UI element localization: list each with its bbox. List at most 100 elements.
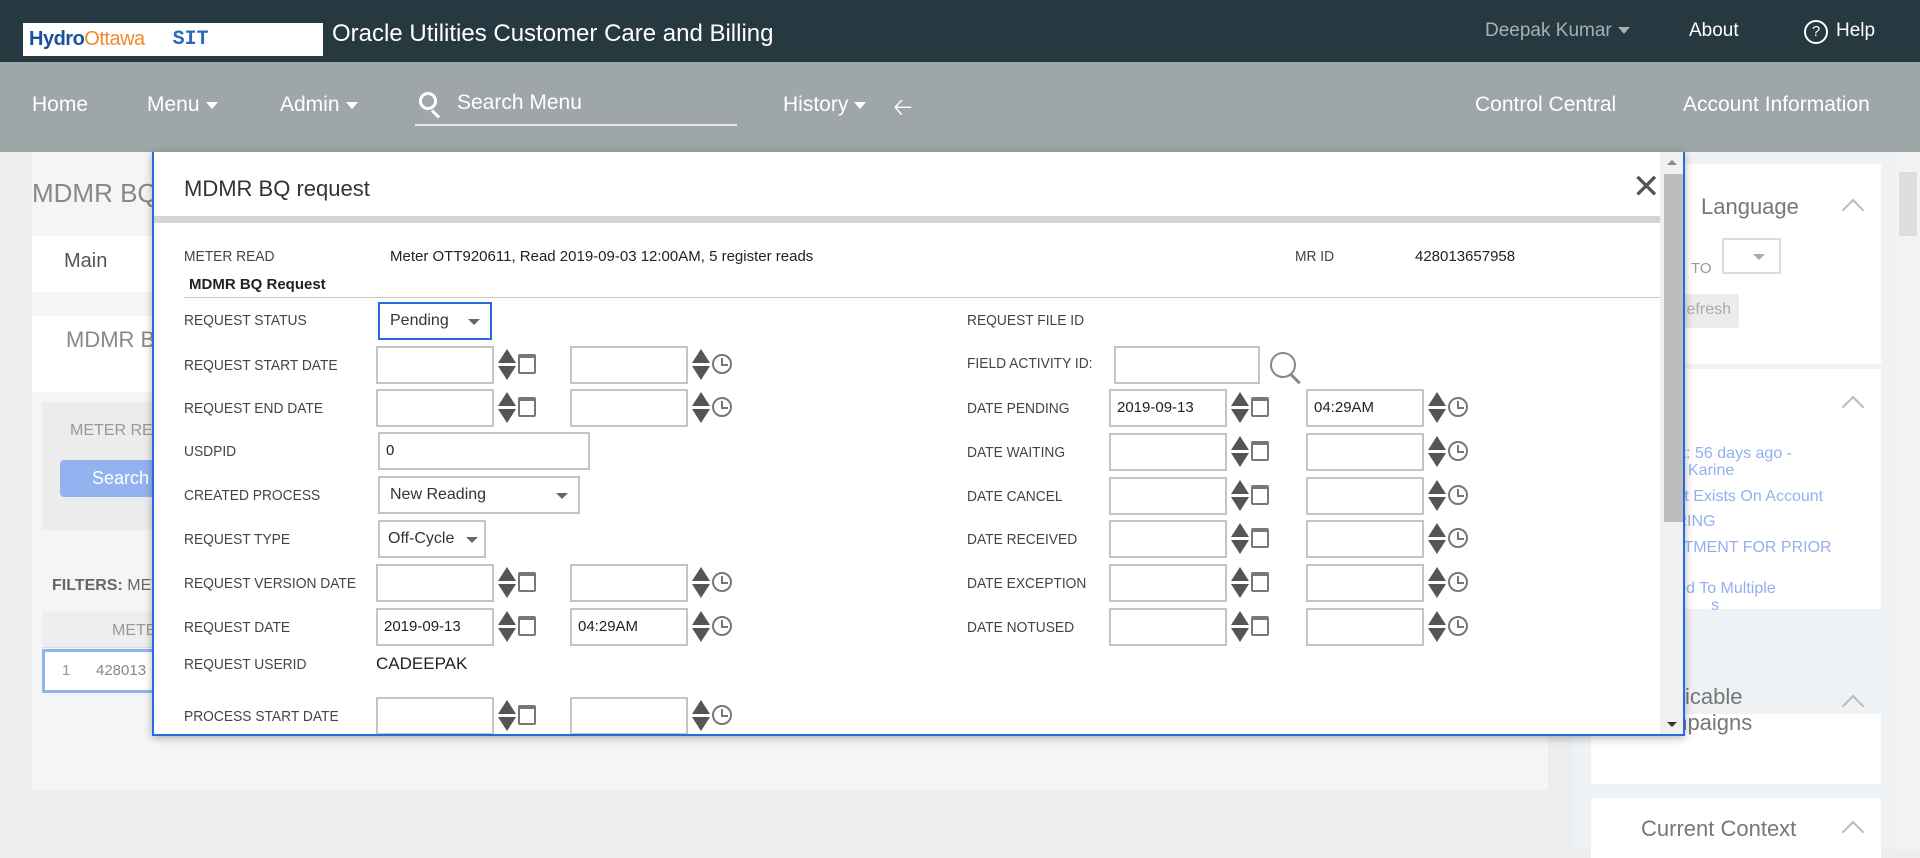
scrollbar-thumb[interactable] <box>1899 172 1917 236</box>
time-input[interactable] <box>570 389 688 427</box>
alert-link[interactable]: Karine <box>1688 462 1734 480</box>
calendar-icon[interactable] <box>1251 528 1269 548</box>
back-arrow-icon[interactable]: 🡠 <box>893 90 912 131</box>
calendar-icon[interactable] <box>518 705 536 725</box>
chevron-up-icon[interactable] <box>1841 694 1865 718</box>
clock-icon[interactable] <box>712 397 732 417</box>
time-spinner-icon[interactable] <box>1427 477 1447 515</box>
created-process-select[interactable]: New Reading <box>378 476 580 514</box>
time-spinner-icon[interactable] <box>691 389 711 427</box>
time-input[interactable] <box>570 697 688 734</box>
date-input[interactable] <box>376 346 494 384</box>
dialog-scrollbar[interactable] <box>1660 152 1683 734</box>
time-spinner-icon[interactable] <box>1427 564 1447 602</box>
scroll-down-icon[interactable] <box>1667 722 1677 727</box>
clock-icon[interactable] <box>1448 441 1468 461</box>
page-scrollbar[interactable] <box>1896 152 1920 849</box>
time-spinner-icon[interactable] <box>691 564 711 602</box>
request-type-select[interactable]: Off-Cycle <box>378 520 486 558</box>
language-select[interactable] <box>1722 238 1781 274</box>
usdpid-input[interactable]: 0 <box>378 432 590 470</box>
field-activity-id-input[interactable] <box>1114 346 1260 384</box>
time-input[interactable] <box>1306 477 1424 515</box>
time-spinner-icon[interactable] <box>1427 389 1447 427</box>
dialog-title: MDMR BQ request <box>184 176 370 201</box>
date-spinner-icon[interactable] <box>1230 608 1250 646</box>
date-input[interactable]: 2019-09-13 <box>376 608 494 646</box>
date-input[interactable] <box>376 564 494 602</box>
calendar-icon[interactable] <box>1251 397 1269 417</box>
time-spinner-icon[interactable] <box>1427 433 1447 471</box>
date-input[interactable] <box>376 389 494 427</box>
date-input[interactable] <box>1109 477 1227 515</box>
time-spinner-icon[interactable] <box>691 346 711 384</box>
calendar-icon[interactable] <box>1251 616 1269 636</box>
nav-menu[interactable]: Menu <box>147 93 218 117</box>
nav-control-central[interactable]: Control Central <box>1475 93 1616 117</box>
chevron-up-icon[interactable] <box>1841 198 1865 222</box>
nav-home[interactable]: Home <box>32 93 88 117</box>
time-spinner-icon[interactable] <box>1427 608 1447 646</box>
tab-main[interactable]: Main <box>64 250 107 273</box>
date-input[interactable] <box>376 697 494 734</box>
time-input[interactable]: 04:29AM <box>1306 389 1424 427</box>
search-menu-input[interactable]: Search Menu <box>415 86 737 126</box>
close-icon[interactable]: ✕ <box>1632 170 1661 204</box>
date-input[interactable] <box>1109 433 1227 471</box>
chevron-up-icon[interactable] <box>1841 820 1865 844</box>
calendar-icon[interactable] <box>1251 572 1269 592</box>
date-spinner-icon[interactable] <box>1230 433 1250 471</box>
time-input[interactable] <box>570 346 688 384</box>
clock-icon[interactable] <box>712 354 732 374</box>
date-spinner-icon[interactable] <box>1230 389 1250 427</box>
clock-icon[interactable] <box>1448 572 1468 592</box>
date-spinner-icon[interactable] <box>497 564 517 602</box>
time-spinner-icon[interactable] <box>1427 520 1447 558</box>
time-input[interactable] <box>1306 608 1424 646</box>
chevron-up-icon[interactable] <box>1841 395 1865 419</box>
time-input[interactable] <box>1306 520 1424 558</box>
clock-icon[interactable] <box>1448 397 1468 417</box>
calendar-icon[interactable] <box>1251 485 1269 505</box>
date-spinner-icon[interactable] <box>497 608 517 646</box>
date-spinner-icon[interactable] <box>1230 564 1250 602</box>
date-input[interactable] <box>1109 520 1227 558</box>
time-input[interactable] <box>570 564 688 602</box>
time-input[interactable] <box>1306 433 1424 471</box>
caret-down-icon <box>556 493 568 499</box>
calendar-icon[interactable] <box>518 397 536 417</box>
clock-icon[interactable] <box>712 616 732 636</box>
clock-icon[interactable] <box>1448 616 1468 636</box>
scroll-up-icon[interactable] <box>1667 160 1677 165</box>
date-input[interactable] <box>1109 608 1227 646</box>
date-spinner-icon[interactable] <box>497 389 517 427</box>
calendar-icon[interactable] <box>1251 441 1269 461</box>
date-input[interactable] <box>1109 564 1227 602</box>
date-spinner-icon[interactable] <box>1230 477 1250 515</box>
alert-link[interactable]: s <box>1711 597 1719 615</box>
clock-icon[interactable] <box>712 572 732 592</box>
date-input[interactable]: 2019-09-13 <box>1109 389 1227 427</box>
time-spinner-icon[interactable] <box>691 697 711 734</box>
help-link[interactable]: ? Help <box>1804 20 1875 44</box>
calendar-icon[interactable] <box>518 354 536 374</box>
hydro-ottawa-logo[interactable]: Hydro Ottawa SIT <box>23 23 323 56</box>
time-input[interactable] <box>1306 564 1424 602</box>
clock-icon[interactable] <box>1448 528 1468 548</box>
about-link[interactable]: About <box>1689 20 1739 42</box>
nav-history[interactable]: History <box>783 93 867 117</box>
nav-account-information[interactable]: Account Information <box>1683 93 1870 117</box>
time-spinner-icon[interactable] <box>691 608 711 646</box>
date-spinner-icon[interactable] <box>1230 520 1250 558</box>
calendar-icon[interactable] <box>518 616 536 636</box>
date-spinner-icon[interactable] <box>497 346 517 384</box>
clock-icon[interactable] <box>712 705 732 725</box>
date-spinner-icon[interactable] <box>497 697 517 734</box>
scrollbar-thumb[interactable] <box>1664 174 1683 522</box>
nav-admin[interactable]: Admin <box>280 93 358 117</box>
clock-icon[interactable] <box>1448 485 1468 505</box>
user-menu[interactable]: Deepak Kumar <box>1485 20 1630 42</box>
request-status-select[interactable]: Pending <box>378 302 492 340</box>
calendar-icon[interactable] <box>518 572 536 592</box>
time-input[interactable]: 04:29AM <box>570 608 688 646</box>
